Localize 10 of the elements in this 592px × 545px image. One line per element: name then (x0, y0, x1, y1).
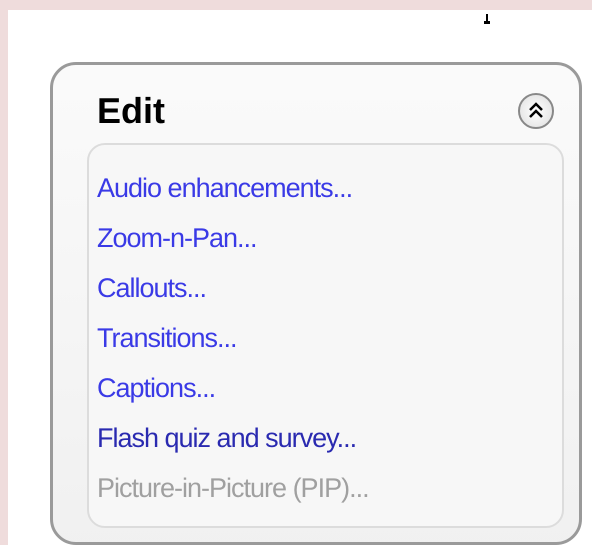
double-chevron-icon (528, 102, 544, 120)
panel-title: Edit (97, 90, 165, 132)
collapse-button[interactable] (518, 92, 554, 129)
menu-link[interactable]: Transitions... (97, 312, 237, 363)
tick-mark-icon (484, 14, 490, 24)
menu-link[interactable]: Captions... (97, 362, 216, 413)
menu-link[interactable]: Callouts... (97, 262, 206, 313)
menu-link[interactable]: Zoom-n-Pan... (97, 212, 257, 263)
menu-link[interactable]: Audio enhancements... (97, 162, 352, 213)
menu-link[interactable]: Flash quiz and survey... (97, 412, 356, 463)
